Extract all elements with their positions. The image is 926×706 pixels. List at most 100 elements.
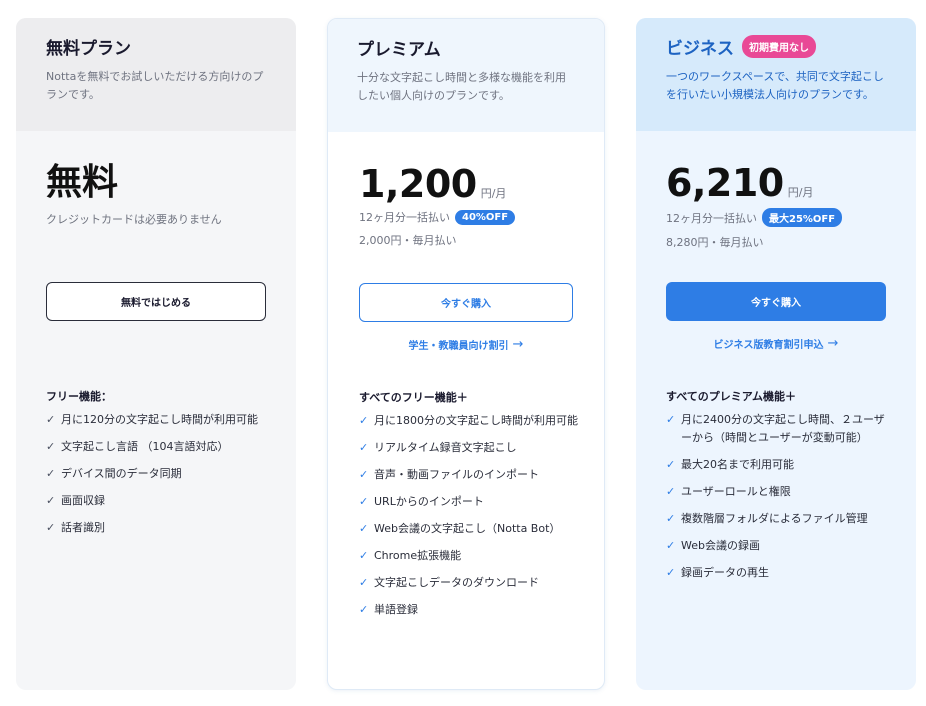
feature-item: ✓ 画面収録 [46,492,272,510]
plan-description: Nottaを無料でお試しいただける方向けのプランです。 [46,70,264,101]
feature-item: ✓ リアルタイム録音文字起こし [359,439,580,457]
discount-badge: 最大25%OFF [762,208,843,227]
price-value: 無料 [46,162,119,203]
monthly-price: 2,000円・毎月払い [359,234,457,247]
feature-text: 話者識別 [61,521,105,534]
feature-item: ✓ 音声・動画ファイルのインポート [359,466,580,484]
annual-billing-label: 12ヶ月分一括払い [666,211,757,225]
check-icon: ✓ [666,413,676,426]
feature-item: ✓ 月に120分の文字起こし時間が利用可能 [46,411,272,429]
feature-text: 録画データの再生 [681,566,769,579]
feature-text: デバイス間のデータ同期 [61,467,182,480]
annual-billing-label: 12ヶ月分一括払い [359,211,450,224]
check-icon: ✓ [666,512,676,525]
feature-list: ✓ 月に120分の文字起こし時間が利用可能 ✓ 文字起こし言語 （104言語対応） ✓ デ… [46,411,272,537]
price-unit: 円/月 [787,186,814,199]
plan-name: プレミアム [357,40,441,60]
feature-item: ✓ Web会議の文字起こし（Notta Bot） [359,520,580,538]
check-icon: ✓ [359,549,369,562]
feature-text: 月に120分の文字起こし時間が利用可能 [61,413,258,426]
business-education-discount-link[interactable]: ビジネス版教育割引申込 → [636,336,916,351]
plan-card-free: 無料プラン Nottaを無料でお試しいただける方向けのプランです。 無料 クレジ… [16,18,296,690]
feature-text: ユーザーロールと権限 [681,485,791,498]
buy-business-button[interactable]: 今すぐ購入 [666,282,886,321]
buy-premium-button[interactable]: 今すぐ購入 [359,283,573,322]
check-icon: ✓ [46,467,56,480]
feature-item: ✓ 話者識別 [46,519,272,537]
plan-card-premium: プレミアム 十分な文字起こし時間と多様な機能を利用したい個人向けのプランです。 … [327,18,605,690]
arrow-right-icon: → [827,336,839,351]
feature-title: フリー機能： [46,390,112,403]
check-icon: ✓ [666,458,676,471]
feature-item: ✓ 複数階層フォルダによるファイル管理 [666,510,892,528]
feature-item: ✓ URLからのインポート [359,493,580,511]
plan-card-business: ビジネス 初期費用なし 一つのワークスペースで、共同で文字起こしを行いたい小規模… [636,18,916,690]
feature-item: ✓ 月に1800分の文字起こし時間が利用可能 [359,412,580,430]
feature-text: Web会議の録画 [681,539,760,552]
link-label: 学生・教職員向け割引 [408,341,509,352]
feature-text: Chrome拡張機能 [374,549,462,562]
feature-item: ✓ 単語登録 [359,601,580,619]
check-icon: ✓ [359,603,369,616]
feature-item: ✓ 月に2400分の文字起こし時間、２ユーザーから（時間とユーザーが変動可能） [666,411,892,447]
price-value: 1,200 [359,162,477,206]
feature-text: 文字起こしデータのダウンロード [374,576,539,589]
plan-description: 一つのワークスペースで、共同で文字起こしを行いたい小規模法人向けのプランです。 [666,70,884,101]
price-area: 1,200 円/月 12ヶ月分一括払い 40%OFF 2,000円・毎月払い [359,162,516,248]
feature-title: すべてのプレミアム機能＋ [666,390,797,403]
feature-item: ✓ 文字起こし言語 （104言語対応） [46,438,272,456]
feature-text: URLからのインポート [374,495,484,508]
check-icon: ✓ [359,468,369,481]
feature-text: 画面収録 [61,494,105,507]
feature-text: 最大20名まで利用可能 [681,458,794,471]
feature-text: 複数階層フォルダによるファイル管理 [681,512,868,525]
price-note: クレジットカードは必要ありません [46,213,222,226]
check-icon: ✓ [359,495,369,508]
feature-item: ✓ 最大20名まで利用可能 [666,456,892,474]
link-label: ビジネス版教育割引申込 [713,340,824,351]
start-free-button[interactable]: 無料ではじめる [46,282,266,321]
arrow-right-icon: → [512,337,524,352]
feature-item: ✓ Web会議の録画 [666,537,892,555]
feature-text: Web会議の文字起こし（Notta Bot） [374,522,561,535]
price-value: 6,210 [666,161,784,205]
price-unit: 円/月 [480,187,507,200]
feature-item: ✓ 文字起こしデータのダウンロード [359,574,580,592]
check-icon: ✓ [359,522,369,535]
feature-item: ✓ 録画データの再生 [666,564,892,582]
feature-text: 月に2400分の文字起こし時間、２ユーザーから（時間とユーザーが変動可能） [681,413,885,444]
price-area: 6,210 円/月 12ヶ月分一括払い 最大25%OFF 8,280円・毎月払い [666,161,843,250]
feature-item: ✓ デバイス間のデータ同期 [46,465,272,483]
student-discount-link[interactable]: 学生・教職員向け割引 → [328,337,604,352]
check-icon: ✓ [359,576,369,589]
check-icon: ✓ [46,413,56,426]
feature-text: 文字起こし言語 （104言語対応） [61,440,229,453]
check-icon: ✓ [359,414,369,427]
check-icon: ✓ [359,441,369,454]
plan-description: 十分な文字起こし時間と多様な機能を利用したい個人向けのプランです。 [357,71,566,102]
monthly-price: 8,280円・毎月払い [666,236,764,249]
plan-header-business: ビジネス 初期費用なし 一つのワークスペースで、共同で文字起こしを行いたい小規模… [636,18,916,131]
plan-name: 無料プラン [46,39,131,59]
feature-section: すべてのプレミアム機能＋ ✓ 月に2400分の文字起こし時間、２ユーザーから（時間… [666,388,892,591]
feature-title: すべてのフリー機能＋ [359,391,468,404]
feature-text: リアルタイム録音文字起こし [374,441,517,454]
feature-section: フリー機能： ✓ 月に120分の文字起こし時間が利用可能 ✓ 文字起こし言語 （104… [46,388,272,546]
check-icon: ✓ [666,566,676,579]
plan-header-free: 無料プラン Nottaを無料でお試しいただける方向けのプランです。 [16,18,296,131]
check-icon: ✓ [666,485,676,498]
feature-list: ✓ 月に1800分の文字起こし時間が利用可能 ✓ リアルタイム録音文字起こし ✓ 音声・動… [359,412,580,619]
feature-text: 音声・動画ファイルのインポート [374,468,539,481]
feature-section: すべてのフリー機能＋ ✓ 月に1800分の文字起こし時間が利用可能 ✓ リアルタイム録… [359,389,580,628]
check-icon: ✓ [666,539,676,552]
feature-item: ✓ Chrome拡張機能 [359,547,580,565]
check-icon: ✓ [46,440,56,453]
feature-item: ✓ ユーザーロールと権限 [666,483,892,501]
plan-name: ビジネス [666,39,734,59]
no-initial-fee-badge: 初期費用なし [742,35,816,58]
plan-header-premium: プレミアム 十分な文字起こし時間と多様な機能を利用したい個人向けのプランです。 [328,19,604,132]
feature-list: ✓ 月に2400分の文字起こし時間、２ユーザーから（時間とユーザーが変動可能） ✓ 最… [666,411,892,582]
check-icon: ✓ [46,521,56,534]
discount-badge: 40%OFF [455,209,516,225]
check-icon: ✓ [46,494,56,507]
